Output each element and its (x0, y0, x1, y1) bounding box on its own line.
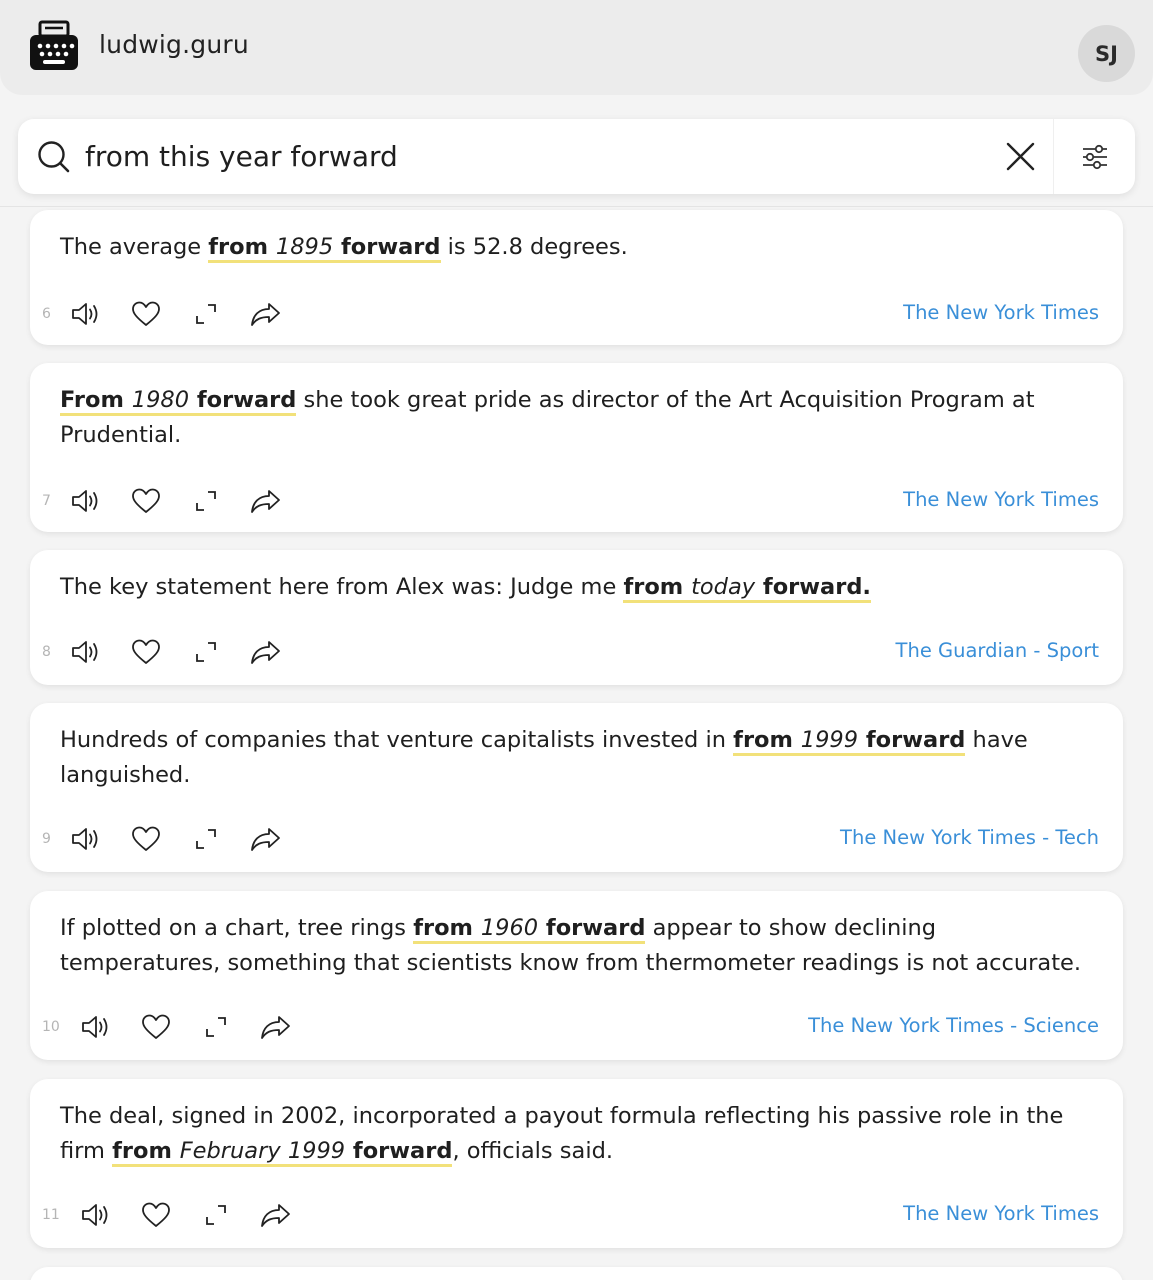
matched-phrase: from 1960 forward (413, 915, 646, 944)
clear-search-icon[interactable] (1004, 140, 1037, 173)
result-number: 8 (42, 644, 51, 660)
matched-word: forward (858, 727, 966, 753)
result-number: 7 (42, 493, 51, 509)
heart-icon[interactable] (130, 485, 162, 517)
result-sentence: The average from 1895 forward is 52.8 de… (60, 230, 1090, 265)
matched-word: From (60, 387, 132, 413)
source-link[interactable]: The New York Times (903, 488, 1099, 511)
expand-icon[interactable] (200, 1011, 232, 1043)
result-sentence: The deal, signed in 2002, incorporated a… (60, 1099, 1090, 1169)
speaker-icon[interactable] (80, 1011, 112, 1043)
matched-phrase: From 1980 forward (60, 387, 297, 416)
heart-icon[interactable] (130, 823, 162, 855)
matched-variable-word: February 1999 (179, 1138, 346, 1164)
result-card: The key statement here from Alex was: Ju… (30, 550, 1123, 685)
heart-icon[interactable] (130, 636, 162, 668)
share-icon[interactable] (250, 298, 282, 330)
heart-icon[interactable] (140, 1011, 172, 1043)
result-sentence: If plotted on a chart, tree rings from 1… (60, 915, 1082, 976)
filter-button[interactable] (1053, 119, 1135, 194)
share-icon[interactable] (250, 823, 282, 855)
speaker-icon[interactable] (70, 636, 102, 668)
results-list: The average from 1895 forward is 52.8 de… (18, 207, 1135, 1280)
matched-variable-word: today (691, 574, 756, 600)
share-icon[interactable] (250, 636, 282, 668)
speaker-icon[interactable] (70, 485, 102, 517)
result-number: 11 (42, 1207, 60, 1223)
result-number: 9 (42, 831, 51, 847)
matched-word: from (112, 1138, 180, 1164)
heart-icon[interactable] (130, 298, 162, 330)
source-link[interactable]: The New York Times - Science (808, 1014, 1099, 1037)
result-card: If plotted on a chart, tree rings from 1… (30, 891, 1123, 1060)
result-sentence: The key statement here from Alex was: Ju… (60, 570, 1090, 605)
source-link[interactable]: The New York Times - Tech (840, 826, 1099, 849)
speaker-icon[interactable] (70, 823, 102, 855)
sliders-icon (1082, 144, 1107, 169)
matched-variable-word: 1960 (480, 915, 539, 941)
matched-variable-word: 1895 (275, 234, 334, 260)
expand-icon[interactable] (190, 298, 222, 330)
expand-icon[interactable] (190, 485, 222, 517)
search-icon (38, 141, 70, 173)
share-icon[interactable] (260, 1011, 292, 1043)
result-card: The deal, signed in 2002, incorporated a… (30, 1079, 1123, 1248)
matched-phrase: from today forward. (623, 574, 871, 603)
matched-phrase: from February 1999 forward (112, 1138, 453, 1167)
result-number: 10 (42, 1019, 60, 1035)
expand-icon[interactable] (190, 636, 222, 668)
matched-word: forward (345, 1138, 453, 1164)
search-input[interactable] (85, 133, 985, 179)
share-icon[interactable] (260, 1199, 292, 1231)
expand-icon[interactable] (200, 1199, 232, 1231)
matched-word: forward (333, 234, 441, 260)
matched-variable-word: 1999 (800, 727, 859, 753)
result-card: Hundreds of companies that venture capit… (30, 703, 1123, 872)
matched-word: forward. (755, 574, 871, 600)
expand-icon[interactable] (190, 823, 222, 855)
speaker-icon[interactable] (80, 1199, 112, 1231)
source-link[interactable]: The New York Times (903, 301, 1099, 324)
result-sentence: Hundreds of companies that venture capit… (60, 727, 1028, 788)
matched-word: from (623, 574, 692, 600)
search-bar (18, 119, 1135, 194)
brand-name[interactable]: ludwig.guru (99, 30, 249, 59)
matched-phrase: from 1895 forward (208, 234, 441, 263)
matched-word: forward (189, 387, 297, 413)
result-card: From 1980 forward she took great pride a… (30, 363, 1123, 532)
result-number: 6 (42, 306, 51, 322)
result-card-partial (30, 1267, 1123, 1280)
source-link[interactable]: The New York Times (903, 1202, 1099, 1225)
result-card: The average from 1895 forward is 52.8 de… (30, 210, 1123, 345)
matched-word: from (413, 915, 481, 941)
matched-word: forward (538, 915, 646, 941)
speaker-icon[interactable] (70, 298, 102, 330)
heart-icon[interactable] (140, 1199, 172, 1231)
user-avatar[interactable]: SJ (1078, 25, 1135, 82)
matched-word: from (733, 727, 801, 753)
matched-word: from (208, 234, 276, 260)
top-bar: ludwig.guru SJ (0, 0, 1153, 95)
result-sentence: From 1980 forward she took great pride a… (60, 387, 1035, 448)
share-icon[interactable] (250, 485, 282, 517)
typewriter-logo-icon[interactable] (28, 20, 80, 72)
source-link[interactable]: The Guardian - Sport (896, 639, 1099, 662)
matched-variable-word: 1980 (131, 387, 190, 413)
matched-phrase: from 1999 forward (733, 727, 966, 756)
